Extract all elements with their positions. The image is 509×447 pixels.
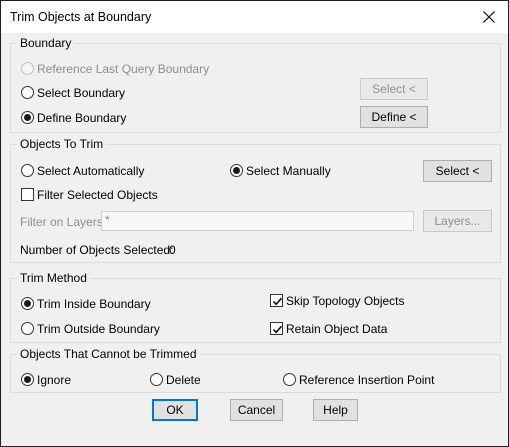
layers-button[interactable]: Layers... — [423, 210, 492, 232]
reference-last-boundary-radio[interactable] — [21, 62, 34, 75]
cannot-trim-group: Objects That Cannot be Trimmed Ignore De… — [10, 347, 501, 393]
skip-topology-checkbox[interactable] — [270, 294, 283, 307]
filter-selected-objects-checkbox[interactable] — [21, 188, 34, 201]
checkmark-icon — [272, 297, 283, 306]
reference-last-boundary-label: Reference Last Query Boundary — [37, 62, 210, 76]
select-automatically-label: Select Automatically — [37, 164, 145, 178]
trim-method-group: Trim Method Trim Inside Boundary Trim Ou… — [10, 271, 501, 343]
trim-method-legend: Trim Method — [17, 271, 90, 285]
trim-inside-boundary-radio[interactable] — [21, 297, 34, 310]
filter-selected-objects-label: Filter Selected Objects — [37, 188, 158, 202]
ignore-label: Ignore — [37, 373, 72, 387]
select-manually-label: Select Manually — [246, 164, 331, 178]
filter-on-layers-label: Filter on Layers: — [20, 215, 107, 229]
close-button[interactable] — [476, 4, 502, 30]
dialog-window: Trim Objects at Boundary Boundary Refere… — [0, 0, 509, 447]
title-bar: Trim Objects at Boundary — [1, 1, 508, 33]
trim-inside-boundary-label: Trim Inside Boundary — [37, 297, 151, 311]
trim-outside-boundary-label: Trim Outside Boundary — [37, 322, 160, 336]
objects-to-trim-group: Objects To Trim Select Automatically Sel… — [10, 137, 501, 263]
checkmark-icon — [272, 325, 283, 334]
objects-selected-count-value: 0 — [169, 243, 176, 257]
boundary-group: Boundary Reference Last Query Boundary S… — [10, 36, 501, 133]
select-manually-radio[interactable] — [230, 164, 243, 177]
objects-selected-count-label: Number of Objects Selected: — [20, 243, 174, 257]
delete-label: Delete — [166, 373, 201, 387]
cannot-trim-legend: Objects That Cannot be Trimmed — [17, 347, 200, 361]
reference-insertion-point-label: Reference Insertion Point — [299, 373, 435, 387]
boundary-legend: Boundary — [17, 36, 75, 50]
objects-select-button[interactable]: Select < — [423, 160, 492, 182]
select-boundary-radio[interactable] — [21, 86, 34, 99]
reference-insertion-point-radio[interactable] — [283, 373, 296, 386]
close-icon — [483, 11, 495, 23]
cancel-button[interactable]: Cancel — [230, 399, 283, 421]
objects-to-trim-legend: Objects To Trim — [17, 137, 107, 151]
define-boundary-label: Define Boundary — [37, 111, 127, 125]
help-button[interactable]: Help — [313, 399, 358, 421]
trim-outside-boundary-radio[interactable] — [21, 322, 34, 335]
skip-topology-label: Skip Topology Objects — [286, 294, 405, 308]
delete-radio[interactable] — [150, 373, 163, 386]
define-boundary-radio[interactable] — [21, 111, 34, 124]
select-boundary-label: Select Boundary — [37, 86, 126, 100]
select-automatically-radio[interactable] — [21, 164, 34, 177]
retain-object-data-label: Retain Object Data — [286, 322, 388, 336]
dialog-title: Trim Objects at Boundary — [10, 10, 152, 24]
retain-object-data-checkbox[interactable] — [270, 322, 283, 335]
filter-on-layers-input[interactable]: * — [101, 211, 414, 231]
define-boundary-button[interactable]: Define < — [360, 106, 428, 128]
ok-button[interactable]: OK — [152, 399, 198, 421]
ignore-radio[interactable] — [21, 373, 34, 386]
boundary-select-button[interactable]: Select < — [360, 78, 428, 100]
